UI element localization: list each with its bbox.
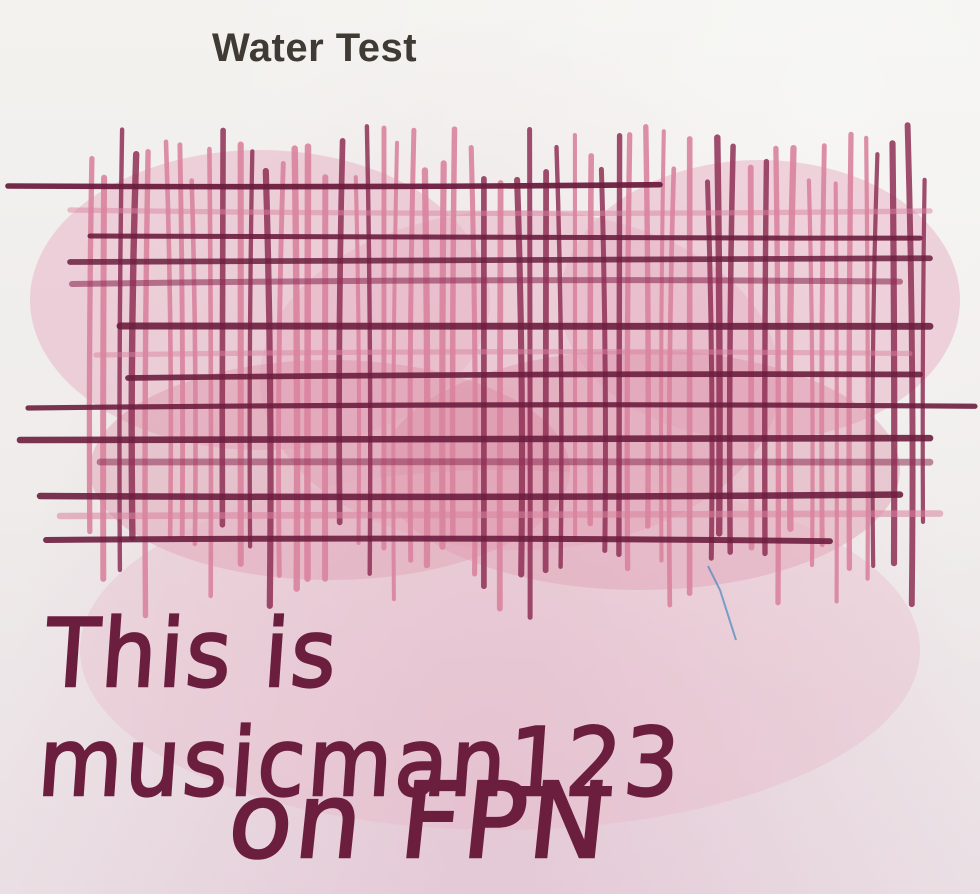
- vertical-stroke: [747, 164, 755, 551]
- horizontal-stroke: [87, 233, 923, 241]
- horizontal-stroke: [67, 255, 933, 265]
- vertical-stroke: [439, 160, 447, 550]
- vertical-stroke: [786, 144, 797, 532]
- horizontal-stroke: [43, 535, 833, 545]
- horizontal-stroke: [36, 491, 904, 501]
- vertical-stroke: [207, 146, 214, 599]
- vertical-stroke: [714, 134, 723, 537]
- vertical-stroke: [496, 180, 504, 612]
- vertical-stroke: [920, 177, 927, 524]
- horizontal-stroke: [5, 181, 663, 190]
- vertical-stroke: [833, 181, 839, 604]
- vertical-stroke: [142, 149, 151, 619]
- horizontal-stroke: [16, 434, 934, 444]
- vertical-stroke: [86, 155, 95, 535]
- horizontal-stroke: [56, 510, 944, 520]
- vertical-stroke: [819, 143, 827, 548]
- vertical-stroke: [616, 133, 623, 558]
- vertical-stroke: [177, 142, 186, 538]
- vertical-stroke: [117, 127, 125, 573]
- water-test-card: Water Test This is musicman123 on FPN: [0, 0, 980, 894]
- handwriting-line-2: on FPN: [222, 759, 618, 884]
- vertical-stroke: [421, 167, 431, 569]
- vertical-stroke: [542, 169, 549, 574]
- vertical-stroke: [449, 126, 458, 542]
